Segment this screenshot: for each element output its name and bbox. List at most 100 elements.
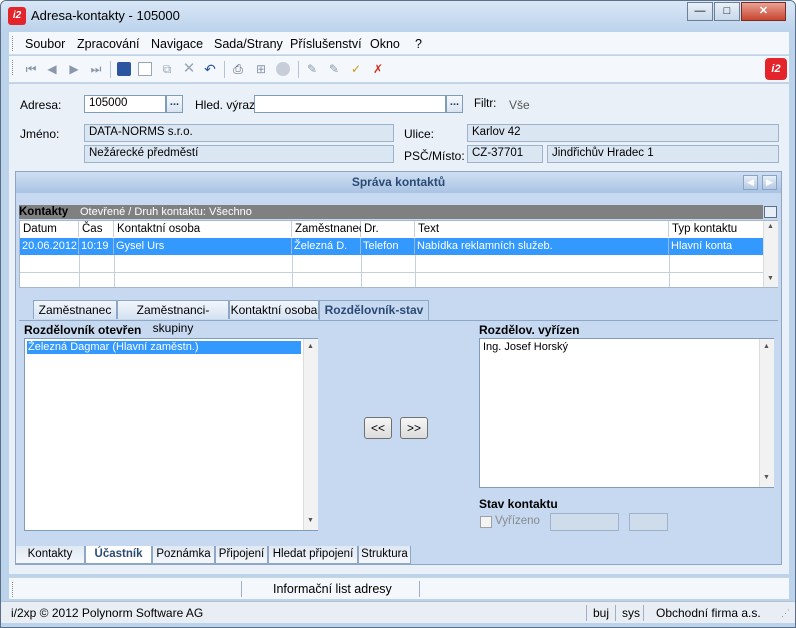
list-scrollbar[interactable]: ▲ ▼ bbox=[759, 339, 774, 487]
tab-kontaktni-osoba[interactable]: Kontaktní osoba bbox=[229, 300, 319, 319]
edit-pen-icon[interactable]: ✎ bbox=[305, 62, 319, 76]
cell-text: Nabídka reklamních služeb. bbox=[415, 238, 669, 254]
new-icon[interactable] bbox=[138, 62, 152, 76]
adresa-input[interactable]: 105000 bbox=[84, 95, 166, 113]
next-record-icon[interactable]: ▶ bbox=[67, 62, 81, 76]
grid-settings-icon[interactable] bbox=[764, 206, 777, 218]
tab-rozdelovnik-stav[interactable]: Rozdělovník-stav bbox=[319, 300, 429, 320]
table-row[interactable]: 20.06.2012 10:19 Gysel Urs Železná D. Te… bbox=[20, 238, 763, 255]
filtr-label: Filtr: bbox=[474, 98, 497, 110]
tab-zamestnanci-skupiny[interactable]: Zaměstnanci-skupiny bbox=[117, 300, 229, 335]
tab-kontakty[interactable]: Kontakty bbox=[15, 546, 85, 564]
vyrizeno-date-field[interactable] bbox=[550, 513, 619, 531]
menu-soubor[interactable]: Soubor bbox=[25, 37, 65, 51]
move-left-button[interactable]: << bbox=[364, 417, 392, 439]
kontakty-filter-text: Otevřené / Druh kontaktu: Všechno bbox=[80, 206, 252, 218]
tab-ucastnik[interactable]: Účastník bbox=[85, 546, 152, 564]
col-druh[interactable]: Dr. bbox=[361, 221, 415, 237]
tree-icon[interactable]: ⊞ bbox=[254, 62, 268, 76]
filter-remove-icon[interactable]: ✗ bbox=[371, 62, 385, 76]
copy-icon[interactable]: ⧉ bbox=[160, 62, 174, 76]
scroll-down-icon[interactable]: ▼ bbox=[307, 517, 314, 524]
list-scrollbar[interactable]: ▲ ▼ bbox=[303, 339, 318, 530]
status-sys: sys bbox=[622, 606, 640, 620]
resize-grip-icon[interactable]: ⋰ bbox=[781, 608, 790, 619]
cell-datum: 20.06.2012 bbox=[22, 238, 79, 254]
ulice-label: Ulice: bbox=[404, 127, 435, 141]
col-divider bbox=[114, 255, 115, 287]
hled-vyraz-input[interactable] bbox=[254, 95, 446, 113]
psc-misto-label: PSČ/Místo: bbox=[404, 149, 465, 163]
menu-zpracovani[interactable]: Zpracování bbox=[77, 37, 140, 51]
infobar-separator bbox=[419, 581, 420, 597]
cell-kontaktni-osoba: Gysel Urs bbox=[114, 238, 292, 254]
col-divider bbox=[415, 255, 416, 287]
panel-next-arrow-icon[interactable]: ▶ bbox=[762, 175, 777, 190]
sprava-kontaktu-panel: Správa kontaktů ◀ ▶ Kontakty Otevřené / … bbox=[15, 171, 782, 565]
col-text[interactable]: Text bbox=[415, 221, 669, 237]
grid-scrollbar[interactable]: ▲ ▼ bbox=[763, 221, 778, 287]
rozdelovnik-otevren-list[interactable]: Železná Dagmar (Hlavní zaměstn.) ▲ ▼ bbox=[24, 338, 318, 531]
edit-pen2-icon[interactable]: ✎ bbox=[327, 62, 341, 76]
vyrizeno-checkbox[interactable] bbox=[480, 516, 492, 528]
previous-record-icon[interactable]: ◀ bbox=[45, 62, 59, 76]
undo-icon[interactable]: ↶ bbox=[203, 62, 217, 76]
menu-okno[interactable]: Okno bbox=[370, 37, 400, 51]
print-icon[interactable]: ⎙ bbox=[231, 62, 245, 76]
menu-help[interactable]: ? bbox=[415, 37, 422, 51]
col-zamestnanec[interactable]: Zaměstnanec bbox=[292, 221, 365, 237]
rozdelovnik-otevren-label: Rozdělovník otevřen bbox=[24, 323, 142, 337]
scroll-down-icon[interactable]: ▼ bbox=[767, 275, 774, 282]
vyrizeno-time-field[interactable] bbox=[629, 513, 668, 531]
window-title: Adresa-kontakty - 105000 bbox=[31, 8, 180, 23]
list-item[interactable]: Ing. Josef Horský bbox=[483, 341, 568, 353]
adresa-lookup-button[interactable]: ... bbox=[166, 95, 183, 113]
hled-vyraz-lookup-button[interactable]: ... bbox=[446, 95, 463, 113]
maximize-button[interactable]: □ bbox=[714, 2, 740, 21]
col-kontaktni-osoba[interactable]: Kontaktní osoba bbox=[114, 221, 292, 237]
misto-value: Jindřichův Hradec 1 bbox=[547, 145, 779, 163]
status-firm: Obchodní firma a.s. bbox=[656, 606, 761, 620]
tab-zamestnanec[interactable]: Zaměstnanec bbox=[33, 300, 117, 319]
rozdelovnik-vyrizen-list[interactable]: Ing. Josef Horský ▲ ▼ bbox=[479, 338, 774, 488]
scroll-up-icon[interactable]: ▲ bbox=[307, 343, 314, 350]
cell-typ-kontaktu: Hlavní konta bbox=[671, 240, 733, 252]
toolbar-grip[interactable] bbox=[12, 60, 15, 75]
informacni-list-button[interactable]: Informační list adresy bbox=[273, 582, 392, 596]
disabled-icon[interactable] bbox=[276, 62, 290, 76]
contacts-grid: Datum Čas Kontaktní osoba Zaměstnanec Dr… bbox=[19, 220, 778, 288]
info-bar: Informační list adresy bbox=[9, 577, 789, 599]
move-right-button[interactable]: >> bbox=[400, 417, 428, 439]
tab-hledat-pripojeni[interactable]: Hledat připojení bbox=[268, 546, 358, 564]
tab-poznamka[interactable]: Poznámka bbox=[152, 546, 215, 564]
vyrizeno-label: Vyřízeno bbox=[495, 515, 540, 527]
application-window: i2 Adresa-kontakty - 105000 — □ ✕ Soubor… bbox=[0, 0, 796, 628]
kontakty-label: Kontakty bbox=[19, 206, 69, 218]
ulice-value: Karlov 42 bbox=[467, 124, 779, 142]
col-cas[interactable]: Čas bbox=[79, 221, 114, 237]
first-record-icon[interactable]: ⏮ bbox=[24, 62, 38, 76]
menu-navigace[interactable]: Navigace bbox=[151, 37, 203, 51]
minimize-button[interactable]: — bbox=[687, 2, 713, 21]
approve-icon[interactable]: ✓ bbox=[349, 62, 363, 76]
menu-sada-strany[interactable]: Sada/Strany bbox=[214, 37, 283, 51]
last-record-icon[interactable]: ⏭ bbox=[89, 62, 103, 76]
status-user: buj bbox=[593, 606, 610, 620]
col-datum[interactable]: Datum bbox=[20, 221, 79, 237]
close-button[interactable]: ✕ bbox=[741, 2, 786, 21]
tab-struktura[interactable]: Struktura bbox=[358, 546, 411, 564]
list-item[interactable]: Železná Dagmar (Hlavní zaměstn.) bbox=[27, 341, 301, 354]
infobar-grip[interactable] bbox=[12, 582, 15, 597]
scroll-down-icon[interactable]: ▼ bbox=[763, 474, 770, 481]
save-icon[interactable] bbox=[117, 62, 131, 76]
scroll-up-icon[interactable]: ▲ bbox=[767, 223, 774, 230]
title-bar[interactable]: i2 Adresa-kontakty - 105000 — □ ✕ bbox=[1, 1, 795, 31]
delete-icon[interactable]: ✕ bbox=[182, 61, 196, 76]
tab-pripojeni[interactable]: Připojení bbox=[215, 546, 268, 564]
panel-prev-arrow-icon[interactable]: ◀ bbox=[743, 175, 758, 190]
col-typ-kontaktu[interactable]: Typ kontaktu bbox=[669, 221, 763, 237]
scroll-up-icon[interactable]: ▲ bbox=[763, 343, 770, 350]
menu-prislusenstvi[interactable]: Příslušenství bbox=[290, 37, 362, 51]
toolbar-separator bbox=[298, 61, 299, 78]
menu-grip[interactable] bbox=[12, 36, 15, 51]
